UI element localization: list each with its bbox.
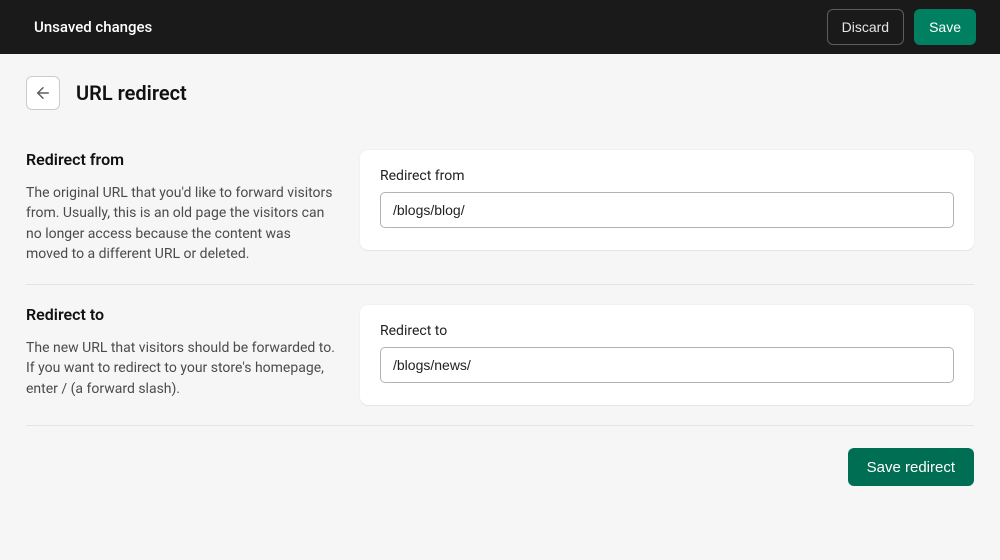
redirect-to-description: The new URL that visitors should be forw…: [26, 338, 336, 399]
page-actions: Save redirect: [26, 446, 974, 486]
page-title: URL redirect: [76, 81, 187, 105]
redirect-to-section: Redirect to The new URL that visitors sh…: [26, 305, 974, 405]
redirect-from-section: Redirect from The original URL that you'…: [26, 150, 974, 264]
topbar-actions: Discard Save: [827, 9, 976, 45]
main-content: Redirect from The original URL that you'…: [0, 122, 1000, 486]
discard-button[interactable]: Discard: [827, 9, 904, 45]
redirect-to-info: Redirect to The new URL that visitors sh…: [26, 305, 336, 399]
redirect-from-heading: Redirect from: [26, 150, 336, 169]
redirect-to-heading: Redirect to: [26, 305, 336, 324]
redirect-from-description: The original URL that you'd like to forw…: [26, 183, 336, 264]
save-redirect-button[interactable]: Save redirect: [848, 448, 974, 486]
divider: [26, 284, 974, 285]
page-header: URL redirect: [0, 54, 1000, 122]
save-button[interactable]: Save: [914, 9, 976, 45]
topbar: Unsaved changes Discard Save: [0, 0, 1000, 54]
redirect-from-field-label: Redirect from: [380, 168, 954, 184]
back-button[interactable]: [26, 76, 60, 110]
redirect-to-field-label: Redirect to: [380, 323, 954, 339]
redirect-to-card: Redirect to: [360, 305, 974, 405]
arrow-left-icon: [34, 84, 52, 102]
divider: [26, 425, 974, 426]
redirect-from-card: Redirect from: [360, 150, 974, 250]
redirect-from-input[interactable]: [380, 192, 954, 228]
unsaved-changes-label: Unsaved changes: [34, 18, 152, 36]
redirect-to-input[interactable]: [380, 347, 954, 383]
redirect-from-info: Redirect from The original URL that you'…: [26, 150, 336, 264]
